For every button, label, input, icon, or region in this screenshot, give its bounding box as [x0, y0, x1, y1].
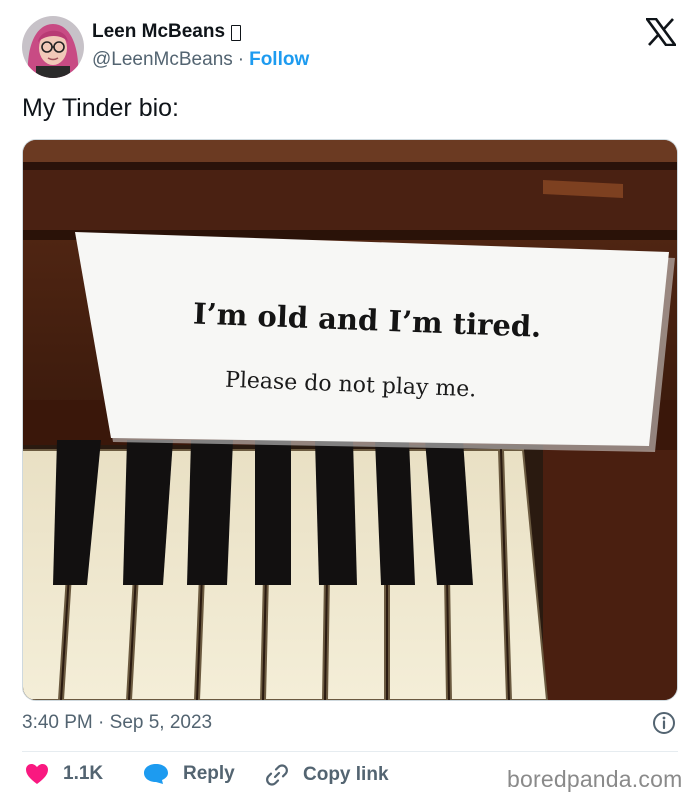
divider — [22, 751, 678, 752]
tweet-timestamp[interactable]: 3:40 PM · Sep 5, 2023 — [22, 712, 212, 734]
reply-bubble-icon — [144, 764, 168, 784]
tweet-image[interactable]: I’m old and I’m tired. Please do not pla… — [22, 139, 678, 701]
tweet-card: Leen McBeans @LeenMcBeans · Follow My Ti… — [0, 0, 700, 803]
heart-icon — [26, 764, 48, 784]
emoji-placeholder-icon — [231, 25, 242, 41]
watermark: boredpanda.com — [507, 766, 683, 792]
link-icon — [266, 764, 288, 786]
x-logo-icon[interactable] — [644, 17, 678, 47]
like-count: 1.1K — [63, 763, 104, 784]
copy-link-label: Copy link — [303, 764, 389, 785]
separator-dot: · — [237, 49, 245, 70]
author-display-name[interactable]: Leen McBeans — [92, 21, 225, 43]
avatar[interactable] — [22, 16, 84, 78]
author-handle[interactable]: @LeenMcBeans — [92, 49, 233, 71]
reply-button[interactable]: Reply — [143, 763, 235, 785]
tweet-text: My Tinder bio: — [22, 94, 180, 122]
paper-sign: I’m old and I’m tired. Please do not pla… — [75, 232, 675, 452]
author-name-row: Leen McBeans — [92, 21, 242, 43]
follow-button[interactable]: Follow — [249, 49, 309, 71]
copy-link-button[interactable]: Copy link — [265, 763, 389, 787]
author-handle-row: @LeenMcBeans · Follow — [92, 49, 309, 71]
info-icon[interactable] — [652, 711, 676, 735]
like-button[interactable]: 1.1K — [25, 763, 103, 785]
reply-label: Reply — [183, 763, 235, 784]
